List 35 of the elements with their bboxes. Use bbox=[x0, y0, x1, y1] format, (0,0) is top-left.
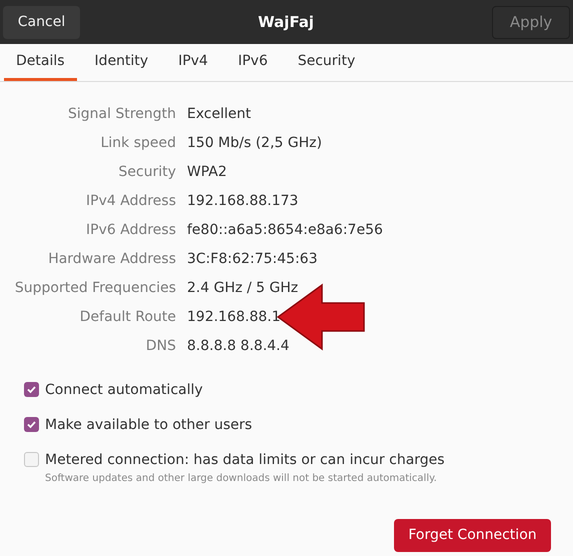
detail-value: 192.168.88.1 bbox=[187, 308, 281, 327]
tab[interactable]: Security bbox=[286, 44, 368, 81]
checkbox[interactable] bbox=[24, 417, 39, 432]
option-hint: Software updates and other large downloads will not be started automatically. bbox=[45, 472, 438, 486]
checkmark-icon bbox=[26, 419, 37, 430]
option-label: Make available to other users bbox=[45, 416, 252, 435]
option-label: Metered connection: has data limits or can incur charges bbox=[45, 451, 445, 470]
tab[interactable]: IPv4 bbox=[166, 44, 220, 81]
checkmark-icon bbox=[26, 384, 37, 395]
detail-value: 3C:F8:62:75:45:63 bbox=[187, 250, 318, 269]
checkbox[interactable] bbox=[24, 452, 39, 467]
detail-value: 8.8.8.8 8.8.4.4 bbox=[187, 337, 290, 356]
option-label: Connect automatically bbox=[45, 381, 203, 400]
cancel-button[interactable]: Cancel bbox=[3, 6, 80, 38]
tab[interactable]: Identity bbox=[82, 44, 160, 81]
window-title: WajFaj bbox=[258, 12, 314, 33]
checkbox[interactable] bbox=[24, 382, 39, 397]
detail-label: Security bbox=[118, 163, 176, 182]
detail-value: 192.168.88.173 bbox=[187, 192, 298, 211]
tab[interactable]: Details bbox=[4, 44, 77, 81]
detail-value: Excellent bbox=[187, 105, 251, 124]
detail-label: Hardware Address bbox=[47, 250, 176, 269]
detail-label: Default Route bbox=[78, 308, 176, 327]
forget-connection-button[interactable]: Forget Connection bbox=[394, 519, 551, 552]
detail-label: DNS bbox=[144, 337, 176, 356]
tab[interactable]: IPv6 bbox=[226, 44, 280, 81]
detail-value: WPA2 bbox=[187, 163, 227, 182]
detail-label: Link speed bbox=[100, 134, 176, 153]
detail-label: IPv6 Address bbox=[85, 221, 176, 240]
detail-value: 2.4 GHz / 5 GHz bbox=[187, 279, 298, 298]
detail-label: Signal Strength bbox=[66, 105, 176, 124]
detail-label: Supported Frequencies bbox=[14, 279, 176, 298]
detail-value: 150 Mb/s (2,5 GHz) bbox=[187, 134, 322, 153]
detail-label: IPv4 Address bbox=[85, 192, 176, 211]
detail-value: fe80::a6a5:8654:e8a6:7e56 bbox=[187, 221, 383, 240]
